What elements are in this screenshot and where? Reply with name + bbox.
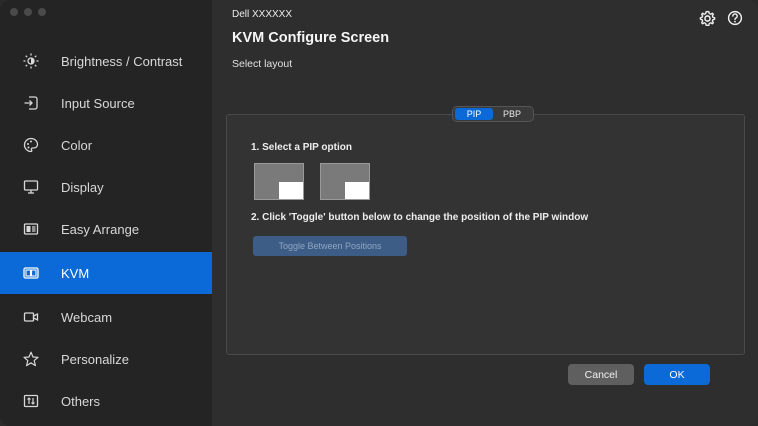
easy-arrange-icon [20, 218, 42, 240]
pip-option-top-right[interactable] [320, 163, 370, 200]
help-icon[interactable] [725, 8, 745, 28]
page-title: KVM Configure Screen [232, 30, 390, 46]
sidebar-item-kvm[interactable]: KVM [0, 252, 212, 294]
app-window: Brightness / Contrast Input Source Color… [0, 0, 758, 426]
layout-segmented-control: PIP PBP [452, 106, 534, 122]
sidebar-item-color[interactable]: Color [0, 124, 212, 166]
sidebar-item-label: Easy Arrange [61, 221, 140, 237]
gear-icon[interactable] [697, 8, 717, 28]
sidebar-item-webcam[interactable]: Webcam [0, 296, 212, 338]
color-palette-icon [20, 134, 42, 156]
ok-button[interactable]: OK [644, 364, 710, 385]
monitor-icon [20, 176, 42, 198]
step2-label: 2. Click 'Toggle' button below to change… [251, 212, 589, 223]
cancel-button[interactable]: Cancel [568, 364, 634, 385]
step1-label: 1. Select a PIP option [251, 142, 352, 153]
sidebar-item-others[interactable]: Others [0, 380, 212, 422]
pip-option-bottom-right[interactable] [254, 163, 304, 200]
page-subtitle: Select layout [232, 58, 293, 70]
sidebar-item-label: Input Source [61, 95, 135, 111]
sidebar-item-personalize[interactable]: Personalize [0, 338, 212, 380]
star-icon [20, 348, 42, 370]
kvm-icon [20, 262, 42, 284]
others-icon [20, 390, 42, 412]
sidebar-item-label: Webcam [61, 309, 113, 325]
main-content: Dell XXXXXX KVM Configure Screen Select … [212, 0, 758, 426]
tab-pip[interactable]: PIP [455, 108, 493, 120]
sidebar-item-brightness-contrast[interactable]: Brightness / Contrast [0, 40, 212, 82]
tab-pbp[interactable]: PBP [493, 108, 531, 120]
toggle-positions-button[interactable]: Toggle Between Positions [253, 236, 407, 256]
sidebar-item-label: Display [61, 179, 104, 195]
brightness-icon [20, 50, 42, 72]
sidebar-item-easy-arrange[interactable]: Easy Arrange [0, 208, 212, 250]
window-controls [10, 8, 46, 16]
sidebar-item-label: KVM [61, 265, 90, 281]
sidebar-item-display[interactable]: Display [0, 166, 212, 208]
sidebar-item-input-source[interactable]: Input Source [0, 82, 212, 124]
webcam-icon [20, 306, 42, 328]
pip-window-thumbnail [279, 182, 303, 199]
sidebar-item-label: Color [61, 137, 93, 153]
sidebar: Brightness / Contrast Input Source Color… [0, 0, 212, 426]
device-name: Dell XXXXXX [232, 9, 293, 20]
sidebar-item-label: Others [61, 393, 101, 409]
close-window-button[interactable] [10, 8, 18, 16]
input-source-icon [20, 92, 42, 114]
sidebar-item-label: Personalize [61, 351, 129, 367]
pip-window-thumbnail [345, 182, 369, 199]
sidebar-item-label: Brightness / Contrast [61, 53, 183, 69]
minimize-window-button[interactable] [24, 8, 32, 16]
maximize-window-button[interactable] [38, 8, 46, 16]
